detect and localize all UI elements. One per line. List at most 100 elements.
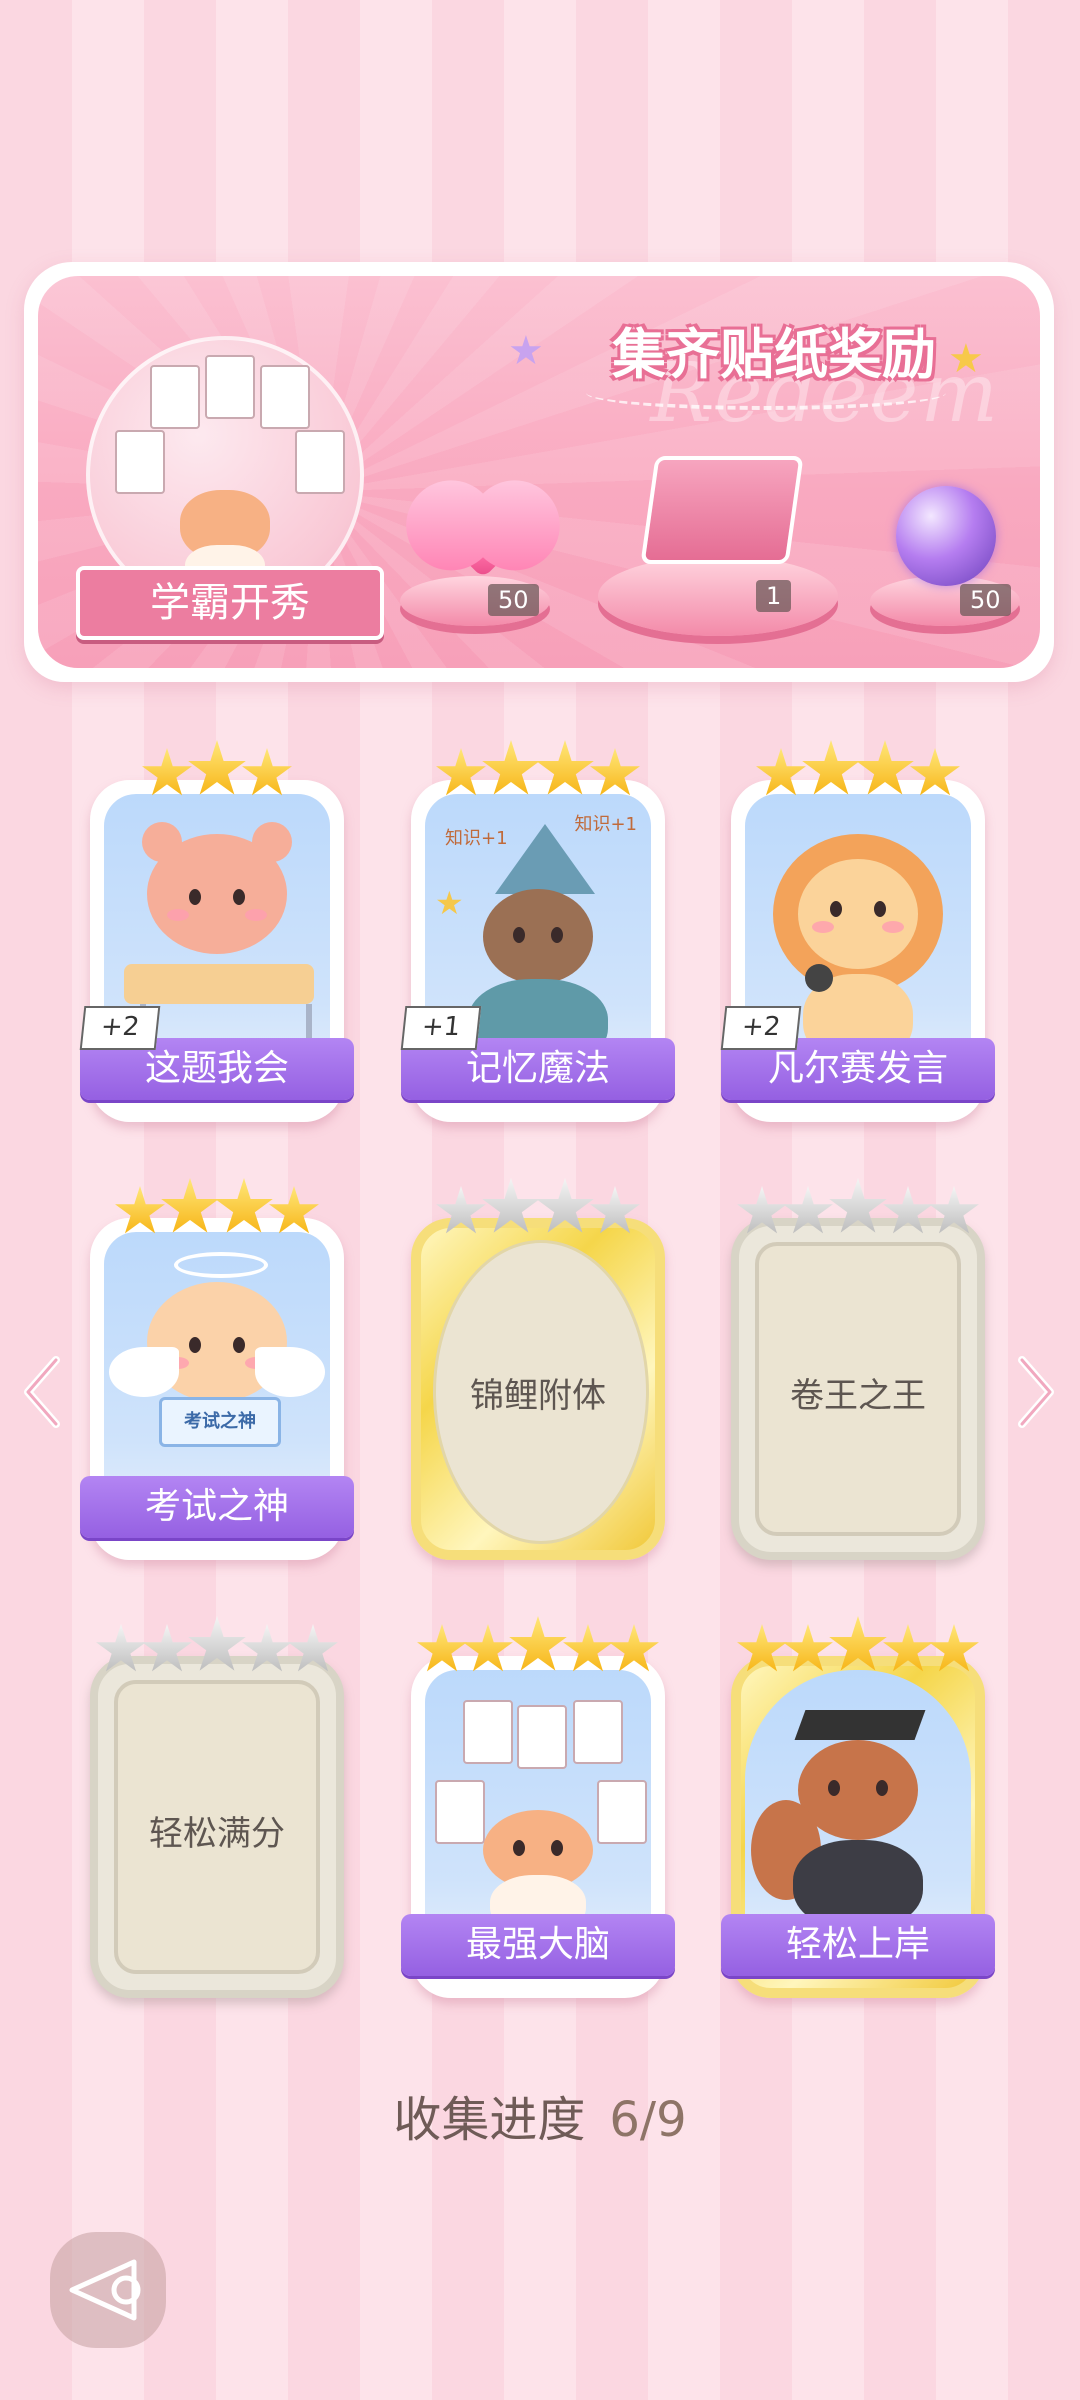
sticker-reward-banner: Redeem 集齐贴纸奖励 ★ ★ 学霸开秀 50 1 50 bbox=[24, 262, 1054, 682]
banner-title: 集齐贴纸奖励 bbox=[612, 323, 936, 386]
progress-value: 6/9 bbox=[609, 2092, 687, 2148]
lavender-star-icon: ★ bbox=[508, 328, 544, 374]
purple-lightning-orb-icon bbox=[896, 486, 996, 586]
bonus-badge: +2 bbox=[720, 1006, 802, 1050]
eye bbox=[828, 1780, 840, 1796]
star-rating bbox=[731, 1178, 985, 1238]
sparkle-star-icon: ★ bbox=[435, 884, 464, 922]
exam-god-sign: 考试之神 bbox=[159, 1397, 281, 1447]
reward-pedestal bbox=[598, 556, 838, 636]
star-rating bbox=[731, 740, 985, 800]
pink-heart-gem-icon bbox=[433, 486, 533, 586]
sticker-card[interactable]: 考试之神 考试之神 bbox=[80, 1178, 354, 1560]
reward-count: 50 bbox=[960, 584, 1011, 616]
star-icon bbox=[188, 740, 246, 795]
star-icon bbox=[756, 748, 806, 796]
theme-ribbon: 学霸开秀 bbox=[76, 566, 384, 640]
back-button[interactable] bbox=[50, 2232, 166, 2348]
wizard-text: 知识+1 bbox=[574, 814, 637, 835]
star-icon bbox=[590, 1186, 640, 1234]
star-icon bbox=[856, 740, 914, 795]
eye bbox=[233, 1337, 245, 1353]
eye bbox=[874, 901, 886, 917]
star-rating bbox=[411, 1616, 665, 1676]
star-icon bbox=[536, 740, 594, 795]
sticker-card-locked-gold[interactable]: 锦鲤附体 bbox=[411, 1178, 665, 1560]
sticker-card[interactable]: 知识+1 知识+1 ★ 记忆魔法 +1 bbox=[400, 740, 675, 1122]
star-icon bbox=[829, 1178, 887, 1233]
star-icon bbox=[536, 1178, 594, 1233]
star-icon bbox=[269, 1186, 319, 1234]
star-icon bbox=[436, 1186, 486, 1234]
sticker-card[interactable]: 凡尔赛发言 +2 bbox=[720, 740, 995, 1122]
star-icon bbox=[96, 1624, 146, 1672]
reward-count: 50 bbox=[488, 584, 539, 616]
star-icon bbox=[783, 1624, 833, 1672]
star-icon bbox=[563, 1624, 613, 1672]
star-icon bbox=[883, 1186, 933, 1234]
sticker-card[interactable]: 最强大脑 bbox=[401, 1616, 675, 1998]
paper-icon bbox=[435, 1780, 485, 1844]
eye bbox=[551, 1840, 563, 1856]
chevron-right-icon[interactable] bbox=[1016, 1352, 1056, 1432]
star-icon bbox=[590, 748, 640, 796]
star-icon bbox=[883, 1624, 933, 1672]
star-icon bbox=[910, 748, 960, 796]
star-icon bbox=[929, 1624, 979, 1672]
bear-head bbox=[142, 822, 292, 954]
paper-icon bbox=[573, 1700, 623, 1764]
star-rating bbox=[411, 1178, 665, 1238]
paper-icon bbox=[115, 430, 165, 494]
eye bbox=[876, 1780, 888, 1796]
paper-icon bbox=[150, 365, 200, 429]
star-rating bbox=[731, 1616, 985, 1676]
eye bbox=[551, 927, 563, 943]
star-icon bbox=[288, 1624, 338, 1672]
cheek bbox=[167, 909, 189, 921]
bear-ear bbox=[142, 822, 182, 862]
star-icon bbox=[482, 1178, 540, 1233]
star-icon bbox=[142, 1624, 192, 1672]
sticker-card-gold[interactable]: 轻松上岸 bbox=[721, 1616, 995, 1998]
otter-head bbox=[483, 889, 593, 984]
star-icon bbox=[783, 1186, 833, 1234]
chevron-left-icon[interactable] bbox=[22, 1352, 62, 1432]
locked-sticker-name: 锦鲤附体 bbox=[470, 1376, 606, 1416]
desk-icon bbox=[124, 964, 314, 1004]
back-arrow-icon bbox=[69, 2259, 141, 2321]
reward-count: 1 bbox=[756, 580, 792, 612]
star-icon bbox=[929, 1186, 979, 1234]
wing-icon bbox=[255, 1347, 325, 1397]
sticker-card[interactable]: 这题我会 +2 bbox=[79, 740, 354, 1122]
locked-sticker-name: 卷王之王 bbox=[790, 1376, 926, 1416]
paper-icon bbox=[597, 1780, 647, 1844]
halo-icon bbox=[174, 1252, 268, 1278]
cheek bbox=[812, 921, 834, 933]
bonus-badge: +1 bbox=[400, 1006, 482, 1050]
sticker-name: 最强大脑 bbox=[401, 1914, 675, 1976]
star-icon bbox=[737, 1186, 787, 1234]
wizard-text: 知识+1 bbox=[445, 828, 508, 849]
star-icon bbox=[142, 748, 192, 796]
collection-progress: 收集进度 6/9 bbox=[0, 2080, 1080, 2150]
sticker-card-locked[interactable]: 轻松满分 bbox=[90, 1616, 344, 1998]
star-rating bbox=[90, 740, 344, 800]
star-icon bbox=[463, 1624, 513, 1672]
progress-label: 收集进度 bbox=[393, 2092, 586, 2148]
gold-star-icon: ★ bbox=[948, 336, 984, 382]
paper-icon bbox=[463, 1700, 513, 1764]
star-rating bbox=[90, 1178, 344, 1238]
sticker-name: 考试之神 bbox=[80, 1476, 354, 1538]
lion-head bbox=[798, 859, 918, 969]
star-rating bbox=[411, 740, 665, 800]
eye bbox=[189, 1337, 201, 1353]
bear-ear bbox=[252, 822, 292, 862]
heart-gem-shape bbox=[440, 493, 526, 579]
star-icon bbox=[509, 1616, 567, 1671]
paper-icon bbox=[205, 355, 255, 419]
star-rating bbox=[90, 1616, 344, 1676]
eye bbox=[189, 889, 201, 905]
sticker-card-locked[interactable]: 卷王之王 bbox=[731, 1178, 985, 1560]
star-icon bbox=[215, 1178, 273, 1233]
graduation-cap-icon bbox=[794, 1710, 926, 1740]
